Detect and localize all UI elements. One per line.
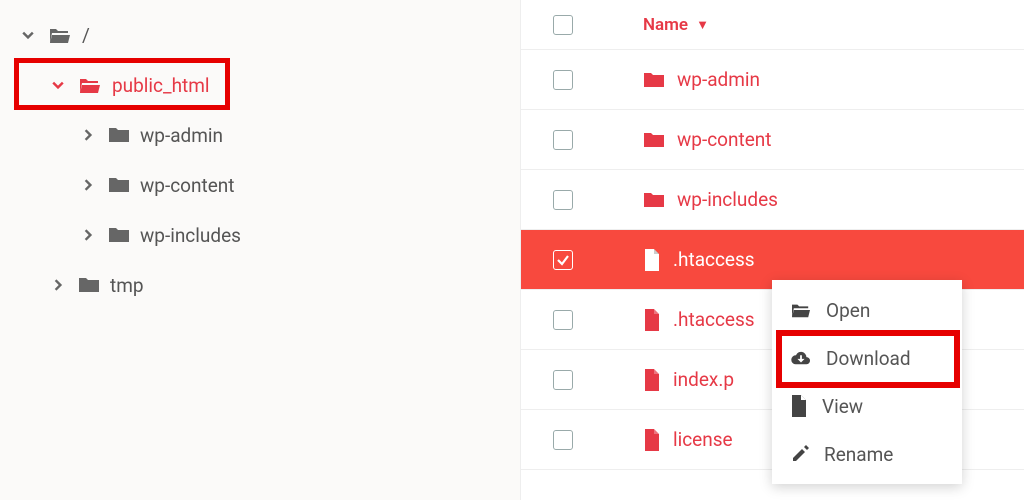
row-checkbox[interactable]: [553, 130, 573, 150]
file-icon: [643, 309, 661, 331]
context-menu-view[interactable]: View: [772, 382, 962, 430]
tree-item-label: tmp: [110, 274, 144, 297]
tree-root-label: /: [82, 24, 90, 47]
file-icon: [643, 369, 661, 391]
tree-item-wp-includes[interactable]: wp-includes: [18, 210, 502, 260]
row-checkbox[interactable]: [553, 250, 573, 270]
folder-icon: [643, 131, 665, 149]
item-name: wp-admin: [677, 68, 760, 91]
context-menu-label: Open: [826, 299, 870, 322]
sidebar: / public_html wp-admin: [0, 0, 520, 500]
folder-open-icon: [78, 75, 102, 95]
list-item[interactable]: wp-includes: [521, 170, 1024, 230]
cloud-download-icon: [790, 349, 812, 367]
chevron-right-icon: [48, 279, 68, 291]
folder-icon: [643, 191, 665, 209]
tree-item-label: wp-admin: [140, 124, 223, 147]
column-header-label: Name: [643, 15, 688, 35]
folder-icon: [78, 276, 100, 294]
context-menu-label: Download: [826, 347, 911, 370]
folder-icon: [643, 71, 665, 89]
context-menu-open[interactable]: Open: [772, 286, 962, 334]
row-checkbox[interactable]: [553, 70, 573, 90]
item-name: wp-content: [677, 128, 771, 151]
folder-open-icon: [790, 301, 812, 319]
item-name: wp-includes: [677, 188, 778, 211]
chevron-right-icon: [78, 179, 98, 191]
chevron-right-icon: [78, 129, 98, 141]
tree-item-label: wp-content: [140, 174, 234, 197]
item-name: license: [673, 428, 733, 451]
tree-item-wp-admin[interactable]: wp-admin: [18, 110, 502, 160]
context-menu-rename[interactable]: Rename: [772, 430, 962, 478]
row-checkbox[interactable]: [553, 430, 573, 450]
row-checkbox[interactable]: [553, 190, 573, 210]
chevron-down-icon: [48, 79, 68, 91]
chevron-down-icon: [18, 29, 38, 41]
file-icon: [790, 395, 808, 417]
folder-icon: [108, 176, 130, 194]
item-name: .htaccess: [673, 248, 755, 271]
file-icon: [643, 249, 661, 271]
folder-open-icon: [48, 25, 72, 45]
list-item[interactable]: wp-admin: [521, 50, 1024, 110]
list-header: Name ▼: [521, 0, 1024, 50]
sort-descending-icon: ▼: [696, 17, 709, 33]
select-all-checkbox[interactable]: [553, 15, 573, 35]
tree-item-label: public_html: [112, 74, 210, 97]
tree-item-label: wp-includes: [140, 224, 241, 247]
tree-item-wp-content[interactable]: wp-content: [18, 160, 502, 210]
row-checkbox[interactable]: [553, 370, 573, 390]
column-header-name[interactable]: Name ▼: [643, 15, 709, 35]
chevron-right-icon: [78, 229, 98, 241]
context-menu-download[interactable]: Download: [772, 334, 962, 382]
context-menu-label: Rename: [824, 443, 893, 466]
item-name: index.p: [673, 368, 734, 391]
row-checkbox[interactable]: [553, 310, 573, 330]
folder-icon: [108, 126, 130, 144]
context-menu-label: View: [822, 395, 863, 418]
folder-icon: [108, 226, 130, 244]
tree-root[interactable]: /: [18, 10, 502, 60]
item-name: .htaccess: [673, 308, 755, 331]
file-icon: [643, 429, 661, 451]
list-item[interactable]: wp-content: [521, 110, 1024, 170]
edit-icon: [790, 444, 810, 464]
context-menu: Open Download View Rename: [772, 280, 962, 484]
tree-item-public-html[interactable]: public_html: [18, 60, 502, 110]
tree-item-tmp[interactable]: tmp: [18, 260, 502, 310]
